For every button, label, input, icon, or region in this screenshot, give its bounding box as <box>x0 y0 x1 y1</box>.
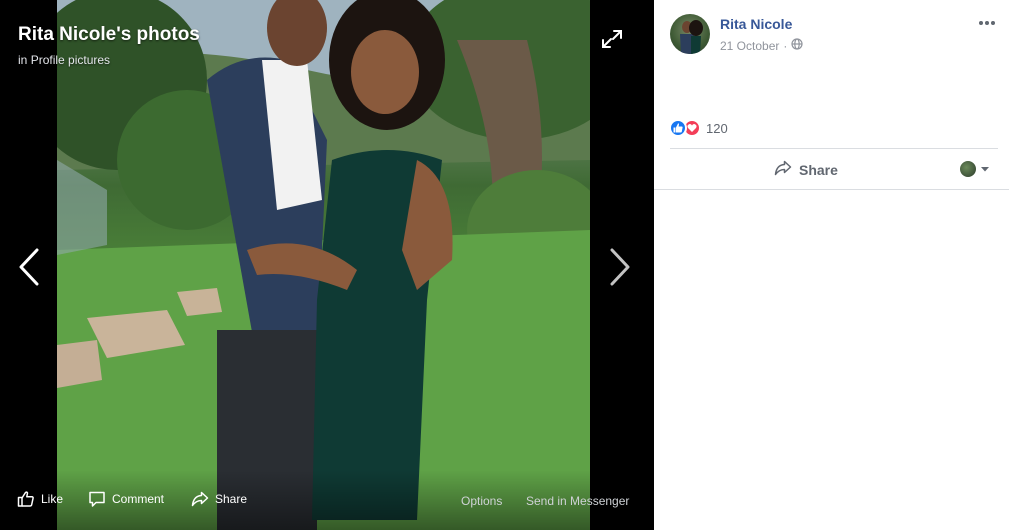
actor-avatar <box>960 161 976 177</box>
album-title: Rita Nicole's photos <box>18 24 200 45</box>
chevron-right-icon[interactable] <box>607 246 633 288</box>
post-share-label: Share <box>799 161 838 178</box>
share-label: Share <box>215 492 248 506</box>
reactions-summary[interactable]: 120 <box>669 119 728 137</box>
send-in-messenger-button[interactable]: Send in Messenger <box>526 494 629 508</box>
date-text[interactable]: 21 October <box>720 39 779 53</box>
options-button[interactable]: Options <box>461 494 502 508</box>
comment-button[interactable]: Comment <box>88 490 164 508</box>
like-button[interactable]: Like <box>17 490 63 508</box>
divider <box>670 148 998 149</box>
comment-label: Comment <box>112 492 165 506</box>
reaction-count: 120 <box>706 120 728 136</box>
chevron-left-icon[interactable] <box>16 246 42 288</box>
like-label: Like <box>41 492 64 506</box>
post-date: 21 October · <box>720 38 803 53</box>
album-subtitle: in Profile pictures <box>18 53 110 67</box>
avatar[interactable] <box>670 14 710 54</box>
photo[interactable] <box>57 0 590 530</box>
photo-viewer: Rita Nicole's photos in Profile pictures… <box>0 0 654 530</box>
post-share-button[interactable]: Share <box>774 159 838 180</box>
globe-icon[interactable] <box>791 38 803 53</box>
share-button[interactable]: Share <box>191 490 247 508</box>
subtitle-prefix: in <box>18 53 28 67</box>
share-icon <box>191 490 209 508</box>
photo-scene <box>57 0 590 530</box>
actor-selector[interactable] <box>960 160 990 178</box>
divider <box>654 189 1009 190</box>
expand-icon[interactable] <box>600 28 624 50</box>
comment-icon <box>88 490 106 508</box>
post-panel: Rita Nicole 21 October · 120 Share <box>654 0 1009 530</box>
album-link[interactable]: Profile pictures <box>31 53 110 67</box>
date-separator: · <box>783 38 788 53</box>
caret-down-icon <box>980 160 990 178</box>
like-reaction-icon <box>669 119 687 137</box>
share-icon <box>774 159 792 180</box>
more-icon[interactable] <box>976 14 998 32</box>
author-name[interactable]: Rita Nicole <box>720 16 792 32</box>
like-icon <box>17 490 35 508</box>
